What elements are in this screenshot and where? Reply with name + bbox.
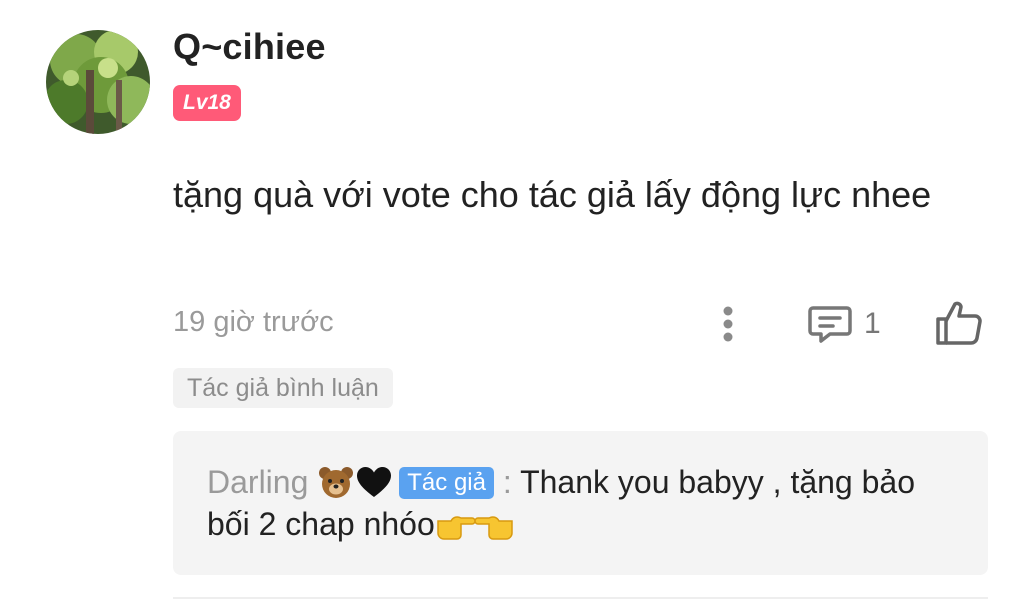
divider bbox=[173, 597, 988, 599]
like-button[interactable] bbox=[934, 298, 984, 348]
comment-bubble-icon bbox=[808, 306, 852, 343]
comment-text: tặng quà với vote cho tác giả lấy động l… bbox=[173, 174, 932, 215]
author-reply[interactable]: Darling Tác giả : Thank you babyy , tặng… bbox=[173, 431, 988, 575]
reply-separator: : bbox=[502, 464, 512, 500]
black-heart-emoji bbox=[357, 467, 392, 497]
thumbs-up-icon bbox=[936, 301, 982, 345]
pointing-right-emoji bbox=[437, 516, 475, 540]
level-badge: Lv18 bbox=[173, 85, 241, 121]
timestamp: 19 giờ trước bbox=[173, 306, 334, 338]
avatar[interactable] bbox=[46, 30, 150, 134]
reply-author-name[interactable]: Darling bbox=[207, 464, 308, 500]
avatar-image bbox=[46, 30, 150, 134]
comment-card: Q~cihiee Lv18 tặng quà với vote cho tác … bbox=[0, 0, 1033, 600]
reply-text: Thank you babyy , tặng bảo bối 2 chap nh… bbox=[207, 464, 915, 542]
pointing-left-emoji bbox=[474, 516, 513, 540]
author-badge: Tác giả bbox=[399, 467, 494, 499]
author-commented-tag: Tác giả bình luận bbox=[173, 368, 393, 408]
more-vertical-icon bbox=[723, 306, 733, 342]
bear-emoji bbox=[319, 467, 354, 498]
reply-count: 1 bbox=[864, 307, 881, 340]
username[interactable]: Q~cihiee bbox=[173, 26, 326, 68]
reply-button[interactable]: 1 bbox=[806, 298, 881, 350]
more-options-button[interactable] bbox=[710, 300, 746, 348]
